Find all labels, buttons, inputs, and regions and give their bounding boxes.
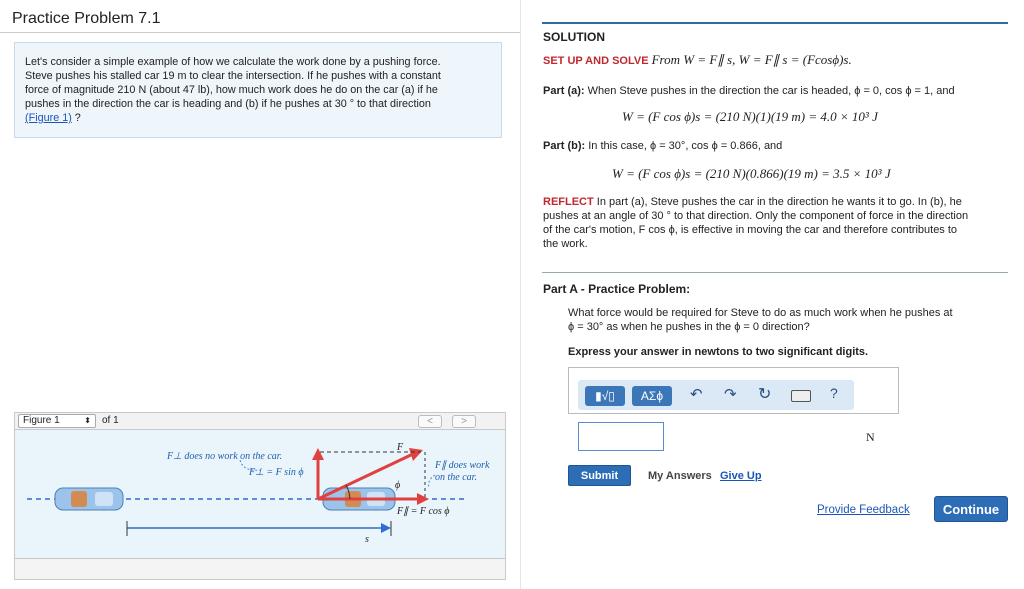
select-arrows-icon: ⬍ <box>84 416 91 425</box>
reflect-line-1: REFLECT In part (a), Steve pushes the ca… <box>543 195 1008 209</box>
parallel-work-label-1: F∥ does work <box>434 460 490 471</box>
parallel-eq-label: F∥ = F cos ϕ <box>396 506 449 517</box>
part-a-heading: Part A - Practice Problem: <box>543 282 691 296</box>
displacement-label: s <box>365 534 369 545</box>
figure-next-button[interactable]: > <box>452 415 476 428</box>
problem-line-1: Let's consider a simple example of how w… <box>25 56 441 68</box>
figure-panel: F⊥ does no work on the car. F⊥ = F sin ϕ… <box>14 430 506 558</box>
my-answers-link[interactable]: My Answers <box>648 470 712 482</box>
part-a-label: Part (a): <box>543 85 585 97</box>
section-divider <box>542 272 1008 273</box>
reset-icon[interactable]: ↻ <box>758 384 771 404</box>
perp-arrowhead <box>312 448 324 460</box>
reflect-line-4: the work. <box>543 238 588 250</box>
problem-line-5: (Figure 1) ? <box>25 111 491 125</box>
angle-label: ϕ <box>395 480 400 491</box>
reflect-line-3: of the car's motion, F cos ϕ, is effecti… <box>543 224 958 236</box>
part-b-line: Part (b): In this case, ϕ = 30°, cos ϕ =… <box>543 139 782 153</box>
answer-input[interactable] <box>578 422 664 451</box>
perp-eq-label: F⊥ = F sin ϕ <box>248 467 304 478</box>
reflect-text-1: In part (a), Steve pushes the car in the… <box>596 196 962 208</box>
redo-icon[interactable]: ↷ <box>724 385 737 403</box>
question-line-1: What force would be required for Steve t… <box>568 307 953 319</box>
parallel-arrowhead <box>417 493 429 505</box>
problem-statement: Let's consider a simple example of how w… <box>14 42 502 138</box>
practice-question: What force would be required for Steve t… <box>568 306 953 334</box>
figure-footer <box>14 558 506 580</box>
setup-line: SET UP AND SOLVE From W = F∥ s, W = F∥ s… <box>543 53 852 68</box>
force-label: F <box>396 442 404 453</box>
force-arrowhead <box>409 448 423 461</box>
column-divider <box>520 0 521 589</box>
templates-button[interactable]: ▮√▯ <box>585 386 625 406</box>
answer-unit: N <box>866 430 875 444</box>
answer-instruction: Express your answer in newtons to two si… <box>568 346 869 358</box>
question-line-2: ϕ = 30° as when he pushes in the ϕ = 0 d… <box>568 321 810 333</box>
figure-link[interactable]: (Figure 1) <box>25 112 72 124</box>
part-a-equation: W = (F cos ϕ)s = (210 N)(1)(19 m) = 4.0 … <box>622 109 878 124</box>
page-title: Practice Problem 7.1 <box>12 10 161 27</box>
solution-heading: SOLUTION <box>543 30 605 44</box>
problem-line-3: force of magnitude 210 N (about 47 lb), … <box>25 84 438 96</box>
setup-label: SET UP AND SOLVE <box>543 55 649 67</box>
reflect-line-2: pushes at an angle of 30 ° to that direc… <box>543 210 969 222</box>
problem-suffix: ? <box>71 112 81 124</box>
reflect-paragraph: REFLECT In part (a), Steve pushes the ca… <box>543 195 1008 251</box>
parallel-work-label-2: on the car. <box>435 472 477 483</box>
symbols-button[interactable]: ΑΣϕ <box>632 386 672 406</box>
title-divider <box>0 32 520 33</box>
problem-line-4: pushes in the direction the car is headi… <box>25 98 431 110</box>
reflect-label: REFLECT <box>543 196 594 208</box>
figure-select-value: Figure 1 <box>23 415 60 426</box>
setup-text: From W = F∥ s, W = F∥ s = (Fcosϕ)s. <box>651 52 852 67</box>
continue-button[interactable]: Continue <box>934 496 1008 522</box>
car-push-diagram: F⊥ does no work on the car. F⊥ = F sin ϕ… <box>27 442 490 545</box>
part-a-text: When Steve pushes in the direction the c… <box>587 85 955 97</box>
submit-button[interactable]: Submit <box>568 465 631 486</box>
undo-icon[interactable]: ↶ <box>690 385 703 403</box>
figure-select[interactable]: Figure 1 ⬍ <box>18 414 96 428</box>
part-b-label: Part (b): <box>543 140 586 152</box>
part-b-equation: W = (F cos ϕ)s = (210 N)(0.866)(19 m) = … <box>612 166 891 181</box>
car-left-icon <box>54 487 124 511</box>
figure-count: of 1 <box>102 415 119 426</box>
problem-line-2: Steve pushes his stalled car 19 m to cle… <box>25 70 441 82</box>
give-up-link[interactable]: Give Up <box>720 470 762 482</box>
solution-top-rule <box>542 22 1008 24</box>
provide-feedback-link[interactable]: Provide Feedback <box>817 504 910 516</box>
figure-prev-button[interactable]: < <box>418 415 442 428</box>
keyboard-icon[interactable] <box>791 390 811 402</box>
part-a-line: Part (a): When Steve pushes in the direc… <box>543 84 955 98</box>
displacement-arrowhead <box>381 523 391 533</box>
part-b-text: In this case, ϕ = 30°, cos ϕ = 0.866, an… <box>588 140 783 152</box>
no-work-label: F⊥ does no work on the car. <box>166 451 282 462</box>
help-icon[interactable]: ? <box>830 385 838 401</box>
